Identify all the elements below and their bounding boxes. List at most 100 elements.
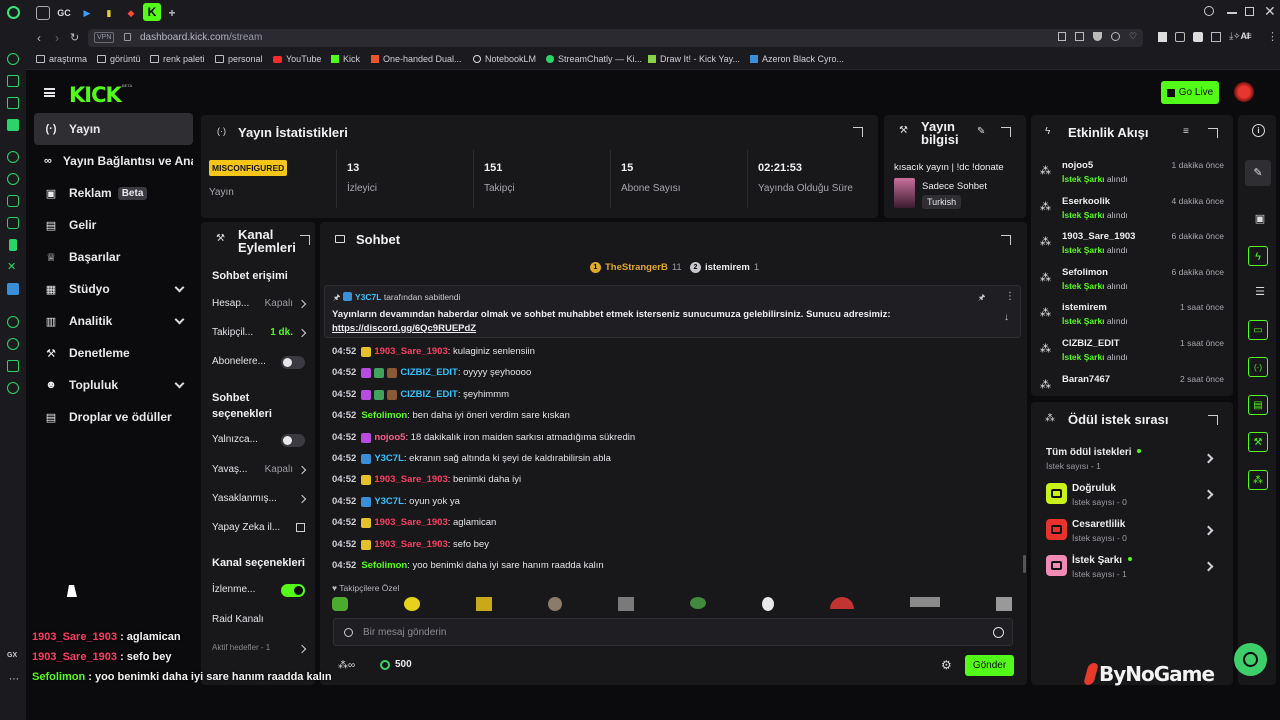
- viewership-setting[interactable]: İzlenme...: [212, 580, 307, 600]
- sidebar-more-icon[interactable]: ⋯: [9, 674, 19, 685]
- sidebar-item-reklam[interactable]: ▣ Reklam Beta: [34, 177, 193, 209]
- toggle-switch[interactable]: [281, 584, 305, 597]
- sidebar-discord-icon[interactable]: [7, 195, 19, 207]
- ai-moderation-setting[interactable]: Yapay Zeka il...: [212, 518, 307, 538]
- chat-message[interactable]: 04:52 1903_Sare_1903: sefo bey: [332, 538, 489, 552]
- sidebar-item-studyo[interactable]: ▦ Stüdyo: [34, 273, 193, 305]
- info-icon[interactable]: i: [1252, 124, 1265, 137]
- chat-scrollbar[interactable]: [1023, 555, 1026, 573]
- opera-logo-icon[interactable]: [7, 6, 20, 19]
- shield-icon[interactable]: [1093, 32, 1102, 41]
- emote[interactable]: [476, 597, 492, 611]
- sidebar-vk-icon[interactable]: [7, 283, 19, 295]
- popout-icon[interactable]: [1001, 235, 1011, 245]
- sidebar-instagram-icon[interactable]: [7, 217, 19, 229]
- pin-icon[interactable]: [1058, 32, 1066, 41]
- chat-username[interactable]: Sefolimon: [361, 559, 407, 573]
- chat-username[interactable]: CIZBIZ_EDIT: [400, 366, 458, 380]
- popout-icon[interactable]: [1001, 127, 1011, 137]
- popout-icon[interactable]: [853, 127, 863, 137]
- chat-message[interactable]: 04:52 Y3C7L: ekranın sağ altında ki şeyi …: [332, 452, 611, 466]
- filter-icon[interactable]: ≡: [1183, 126, 1189, 137]
- subscribers-only-setting[interactable]: Abonelere...: [212, 352, 307, 372]
- emoji-icon[interactable]: [993, 627, 1004, 638]
- popout-icon[interactable]: [1208, 415, 1218, 425]
- sidebar-player-icon[interactable]: [7, 316, 19, 328]
- puzzle-icon[interactable]: [1175, 32, 1185, 42]
- browser-menu-icon[interactable]: ⋮: [1267, 30, 1278, 43]
- bookmark-link[interactable]: NotebookLM: [473, 54, 536, 64]
- sidebar-x-icon[interactable]: ✕: [7, 261, 19, 273]
- minimize-icon[interactable]: [1227, 12, 1237, 14]
- play-icon[interactable]: [1111, 32, 1120, 41]
- doc-icon[interactable]: [1158, 32, 1167, 42]
- sidebar-aria-icon[interactable]: [7, 53, 19, 65]
- toggle-switch[interactable]: [281, 434, 305, 447]
- tab-gc[interactable]: GC: [56, 6, 72, 20]
- emote[interactable]: [404, 597, 420, 611]
- chat-message[interactable]: 04:52 1903_Sare_1903: benimki daha iyi: [332, 473, 521, 487]
- reward-queue-item[interactable]: Cesaretlilik İstek sayısı - 0: [1046, 517, 1222, 547]
- go-live-button[interactable]: Go Live: [1161, 81, 1219, 104]
- emote[interactable]: [618, 597, 634, 611]
- sidebar-item-stream-key[interactable]: ∞Yayın Bağlantısı ve Anahtar: [34, 145, 193, 177]
- active-goals-setting[interactable]: Aktif hedefler - 1: [212, 639, 307, 659]
- bookmark-folder[interactable]: görüntü: [97, 54, 141, 64]
- emote[interactable]: [762, 597, 774, 611]
- ad-icon[interactable]: ▣: [1251, 212, 1269, 230]
- event-user[interactable]: 1903_Sare_1903: [1062, 231, 1135, 242]
- tab-chart-icon[interactable]: ▮: [102, 6, 116, 20]
- emote[interactable]: [830, 597, 854, 609]
- sidebar-item-denetleme[interactable]: ⚒ Denetleme: [34, 337, 193, 369]
- chat-settings-icon[interactable]: ⚙: [941, 658, 952, 672]
- sidebar-item-droplar[interactable]: ▤ Droplar ve ödüller: [34, 401, 193, 433]
- chat-input[interactable]: Bir mesaj gönderin: [333, 618, 1013, 646]
- chat-username[interactable]: 1903_Sare_1903: [374, 345, 447, 359]
- edit-icon[interactable]: ✎: [977, 126, 985, 137]
- bookmark-link[interactable]: StreamChatly — Ki...: [546, 54, 642, 64]
- chat-username[interactable]: 1903_Sare_1903: [374, 473, 447, 487]
- chat-username[interactable]: 1903_Sare_1903: [374, 516, 447, 530]
- hamburger-menu-icon[interactable]: [44, 88, 55, 97]
- close-window-icon[interactable]: ✕: [1264, 3, 1276, 20]
- tab-play-icon[interactable]: ▶: [80, 6, 94, 20]
- bookmark-link[interactable]: One-handed Dual...: [371, 54, 462, 64]
- sidebar-bag-icon[interactable]: [7, 75, 19, 87]
- sidebar-item-yayin[interactable]: (·) Yayın: [34, 113, 193, 145]
- back-icon[interactable]: ‹: [37, 31, 41, 45]
- list-icon[interactable]: ☰: [1251, 285, 1269, 303]
- reward-queue-item[interactable]: Tüm ödül istekleri İstek sayısı - 1: [1046, 445, 1222, 475]
- chat-message[interactable]: 04:52 1903_Sare_1903: aglamican: [332, 516, 496, 530]
- more-options-icon[interactable]: ⋮: [1005, 291, 1015, 302]
- followers-only-setting[interactable]: Takipçil... 1 dk.: [212, 323, 307, 343]
- vpn-badge[interactable]: VPN: [94, 32, 115, 43]
- chat-message[interactable]: 04:52 Sefolimon: ben daha iyi öneri verdi…: [332, 409, 570, 423]
- emote[interactable]: [690, 597, 706, 609]
- event-user[interactable]: Baran7467: [1062, 374, 1110, 385]
- chat-icon[interactable]: ▭: [1248, 320, 1268, 340]
- bookmark-folder[interactable]: renk paleti: [150, 54, 205, 64]
- sidebar-whatsapp-icon[interactable]: [7, 173, 19, 185]
- bookmark-link[interactable]: Draw It! - Kick Yay...: [648, 54, 740, 64]
- pinned-link[interactable]: https://discord.gg/6Qc9RUEPdZ: [332, 323, 476, 334]
- popout-icon[interactable]: [1208, 128, 1218, 138]
- bookmark-folder[interactable]: araştırma: [36, 54, 87, 64]
- sidebar-item-basarilar[interactable]: ♕ Başarılar: [34, 241, 193, 273]
- avatar[interactable]: [1234, 82, 1254, 102]
- tab-red-icon[interactable]: ◆: [124, 6, 138, 20]
- bookmark-folder[interactable]: personal: [215, 54, 263, 64]
- sidebar-chatgpt-icon[interactable]: [7, 151, 19, 163]
- maximize-icon[interactable]: [1245, 7, 1254, 16]
- sidebar-history-icon[interactable]: [7, 338, 19, 350]
- sidebar-item-gelir[interactable]: ▤ Gelir: [34, 209, 193, 241]
- reload-icon[interactable]: ↻: [70, 31, 79, 44]
- slow-mode-setting[interactable]: Yavaş... Kapalı: [212, 460, 307, 480]
- chat-message[interactable]: 04:52 1903_Sare_1903: kulaginiz senlensii…: [332, 345, 535, 359]
- emote[interactable]: [996, 597, 1012, 611]
- emote[interactable]: [910, 597, 940, 607]
- event-user[interactable]: nojoo5: [1062, 160, 1093, 171]
- collapse-icon[interactable]: ↓: [1004, 312, 1009, 323]
- reward-icon[interactable]: ⁂: [1248, 470, 1268, 490]
- popout-icon[interactable]: [300, 235, 310, 245]
- tab-kick-active[interactable]: K: [143, 3, 161, 21]
